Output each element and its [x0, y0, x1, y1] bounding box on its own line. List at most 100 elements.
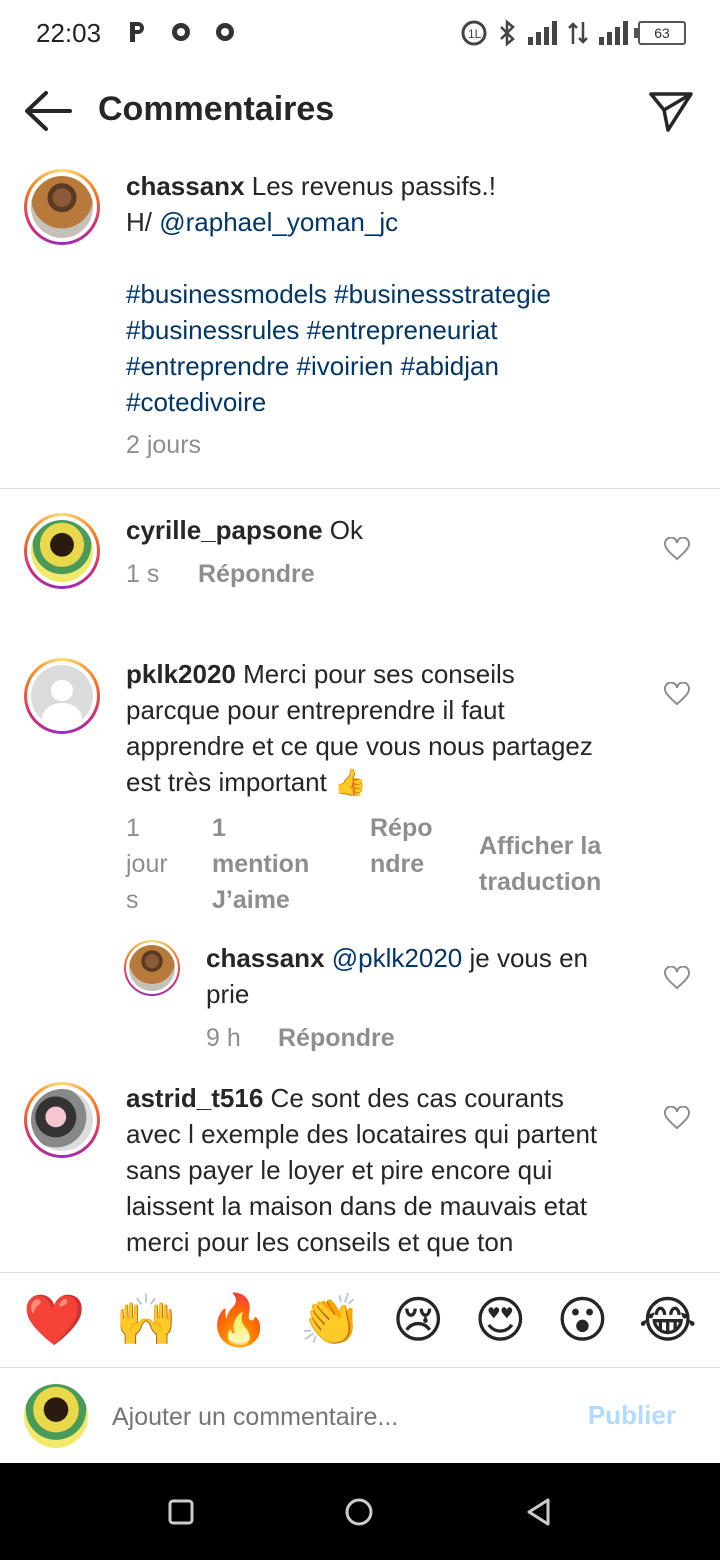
comment-line: apprendre et ce que vous nous partagez [126, 731, 593, 761]
signal-hplus-icon [599, 21, 628, 45]
reply-button[interactable]: Répo ndre [370, 810, 433, 882]
reply-line: Répo [370, 814, 433, 842]
avatar-image [129, 945, 175, 991]
likes-line: mention [212, 850, 310, 878]
caption-avatar[interactable] [24, 169, 100, 245]
composer-avatar [24, 1384, 88, 1448]
comment-line: Merci pour ses conseils [243, 659, 515, 689]
comment-avatar[interactable] [24, 1082, 100, 1158]
avatar-image [24, 1384, 88, 1448]
system-nav-bar [0, 1463, 720, 1560]
comment-username[interactable]: cyrille_papsone [126, 515, 323, 545]
emoji-quick-bar: ❤️ 🙌 🔥 👏 😢 😍 😮 😂 [0, 1272, 720, 1366]
svg-text:1L: 1L [468, 27, 482, 41]
comment-line: sans payer le loyer et pire encore qui [126, 1155, 553, 1185]
fire-emoji-button[interactable]: 🔥 [208, 1290, 270, 1350]
avatar-image [31, 176, 93, 238]
comment-time: 1 s [126, 560, 160, 588]
hashtag-line[interactable]: #cotedivoire [126, 384, 686, 420]
comment-line: est très important 👍 [126, 767, 367, 797]
sad-emoji-button[interactable]: 😢 [392, 1290, 444, 1350]
comment-text: pklk2020 Merci pour ses conseils parcque… [126, 656, 656, 800]
comment-line: laissent la maison dans de mauvais etat [126, 1191, 588, 1221]
recents-square-icon[interactable] [166, 1497, 196, 1527]
time-line: jour [126, 850, 168, 878]
reply-username[interactable]: chassanx [206, 943, 325, 973]
data-saver-icon: 1L [461, 20, 487, 46]
comment-text: astrid_t516 Ce sont des cas courants ave… [126, 1080, 656, 1260]
comment-line: merci pour les conseils et que ton [126, 1227, 514, 1257]
caption-username[interactable]: chassanx [126, 171, 245, 201]
caption-line: Les revenus passifs.! [251, 171, 496, 201]
comment-avatar[interactable] [24, 513, 100, 589]
time-line: s [126, 886, 139, 914]
heart-emoji-button[interactable]: ❤️ [23, 1290, 85, 1350]
surprised-emoji-button[interactable]: 😮 [556, 1290, 608, 1350]
back-arrow-icon[interactable] [22, 88, 72, 134]
clap-emoji-button[interactable]: 👏 [300, 1290, 362, 1350]
comment-username[interactable]: astrid_t516 [126, 1083, 263, 1113]
signal-icon [528, 21, 557, 45]
avatar-image [31, 1089, 93, 1151]
like-heart-icon[interactable] [664, 537, 690, 561]
status-time: 22:03 [36, 18, 102, 48]
battery-icon: 63 [634, 21, 686, 45]
reply-avatar[interactable] [124, 940, 180, 996]
likes-count-button[interactable]: 1 mention J’aime [212, 810, 309, 918]
reply-line: ndre [370, 850, 425, 878]
laughing-emoji-button[interactable]: 😂 [639, 1290, 697, 1350]
notification-icon-2 [216, 23, 234, 41]
time-line: 1 [126, 814, 140, 842]
data-transfer-icon [568, 22, 588, 44]
reply-time: 9 h [206, 1024, 241, 1052]
publish-button[interactable]: Publier [588, 1400, 676, 1431]
page-title: Commentaires [98, 90, 335, 128]
caption-prefix: H/ [126, 207, 152, 237]
divider [0, 488, 720, 489]
translate-button[interactable]: Afficher la traduction [479, 828, 601, 900]
header: Commentaires [0, 66, 720, 156]
comment-username[interactable]: pklk2020 [126, 659, 236, 689]
back-triangle-icon[interactable] [524, 1497, 554, 1527]
like-heart-icon[interactable] [664, 966, 690, 990]
parking-icon [130, 22, 144, 42]
reply-text: chassanx @pklk2020 je vous en prie [206, 940, 646, 1012]
translate-line: Afficher la [479, 832, 602, 860]
caption-mention[interactable]: @raphael_yoman_jc [159, 207, 398, 237]
hashtag-line[interactable]: #businessmodels #businessstrategie [126, 276, 686, 312]
reply-button[interactable]: Répondre [198, 560, 315, 589]
like-heart-icon[interactable] [664, 682, 690, 706]
reply-line: prie [206, 979, 250, 1009]
reply-button[interactable]: Répondre [278, 1024, 395, 1053]
comment-body: Ok [329, 515, 364, 545]
comment-composer: Publier [0, 1367, 720, 1464]
comment-line: Ce sont des cas courants [270, 1083, 564, 1113]
status-right: 1L 63 [460, 18, 686, 48]
notification-icon [172, 23, 190, 41]
send-direct-icon[interactable] [648, 88, 694, 134]
like-heart-icon[interactable] [664, 1106, 690, 1130]
likes-line: 1 [212, 814, 226, 842]
home-circle-icon[interactable] [344, 1497, 374, 1527]
comment-avatar[interactable] [24, 658, 100, 734]
hashtag-line[interactable]: #businessrules #entrepreneuriat [126, 312, 686, 348]
likes-line: J’aime [212, 886, 290, 914]
heart-eyes-emoji-button[interactable]: 😍 [474, 1290, 526, 1350]
reply-line: je vous en [469, 943, 589, 973]
comment-line: parcque pour entreprendre il faut [126, 695, 505, 725]
avatar-image [31, 520, 93, 582]
comment-text: cyrille_papsone Ok [126, 512, 363, 548]
caption-text: chassanx Les revenus passifs.! H/ @rapha… [126, 168, 686, 420]
bluetooth-icon [500, 19, 515, 47]
comment-line: avec l exemple des locataires qui parten… [126, 1119, 598, 1149]
default-avatar-icon [31, 665, 93, 727]
raised-hands-emoji-button[interactable]: 🙌 [115, 1290, 177, 1350]
comment-clip: astrid_t516 Ce sont des cas courants ave… [0, 1070, 720, 1271]
comment-time: 1 jour s [126, 810, 168, 918]
caption-time: 2 jours [126, 431, 202, 459]
status-bar: 22:03 1L 63 [0, 0, 720, 66]
battery-level: 63 [654, 25, 670, 41]
comment-input[interactable] [110, 1402, 554, 1433]
hashtag-line[interactable]: #entreprendre #ivoirien #abidjan [126, 348, 686, 384]
reply-mention[interactable]: @pklk2020 [332, 943, 462, 973]
